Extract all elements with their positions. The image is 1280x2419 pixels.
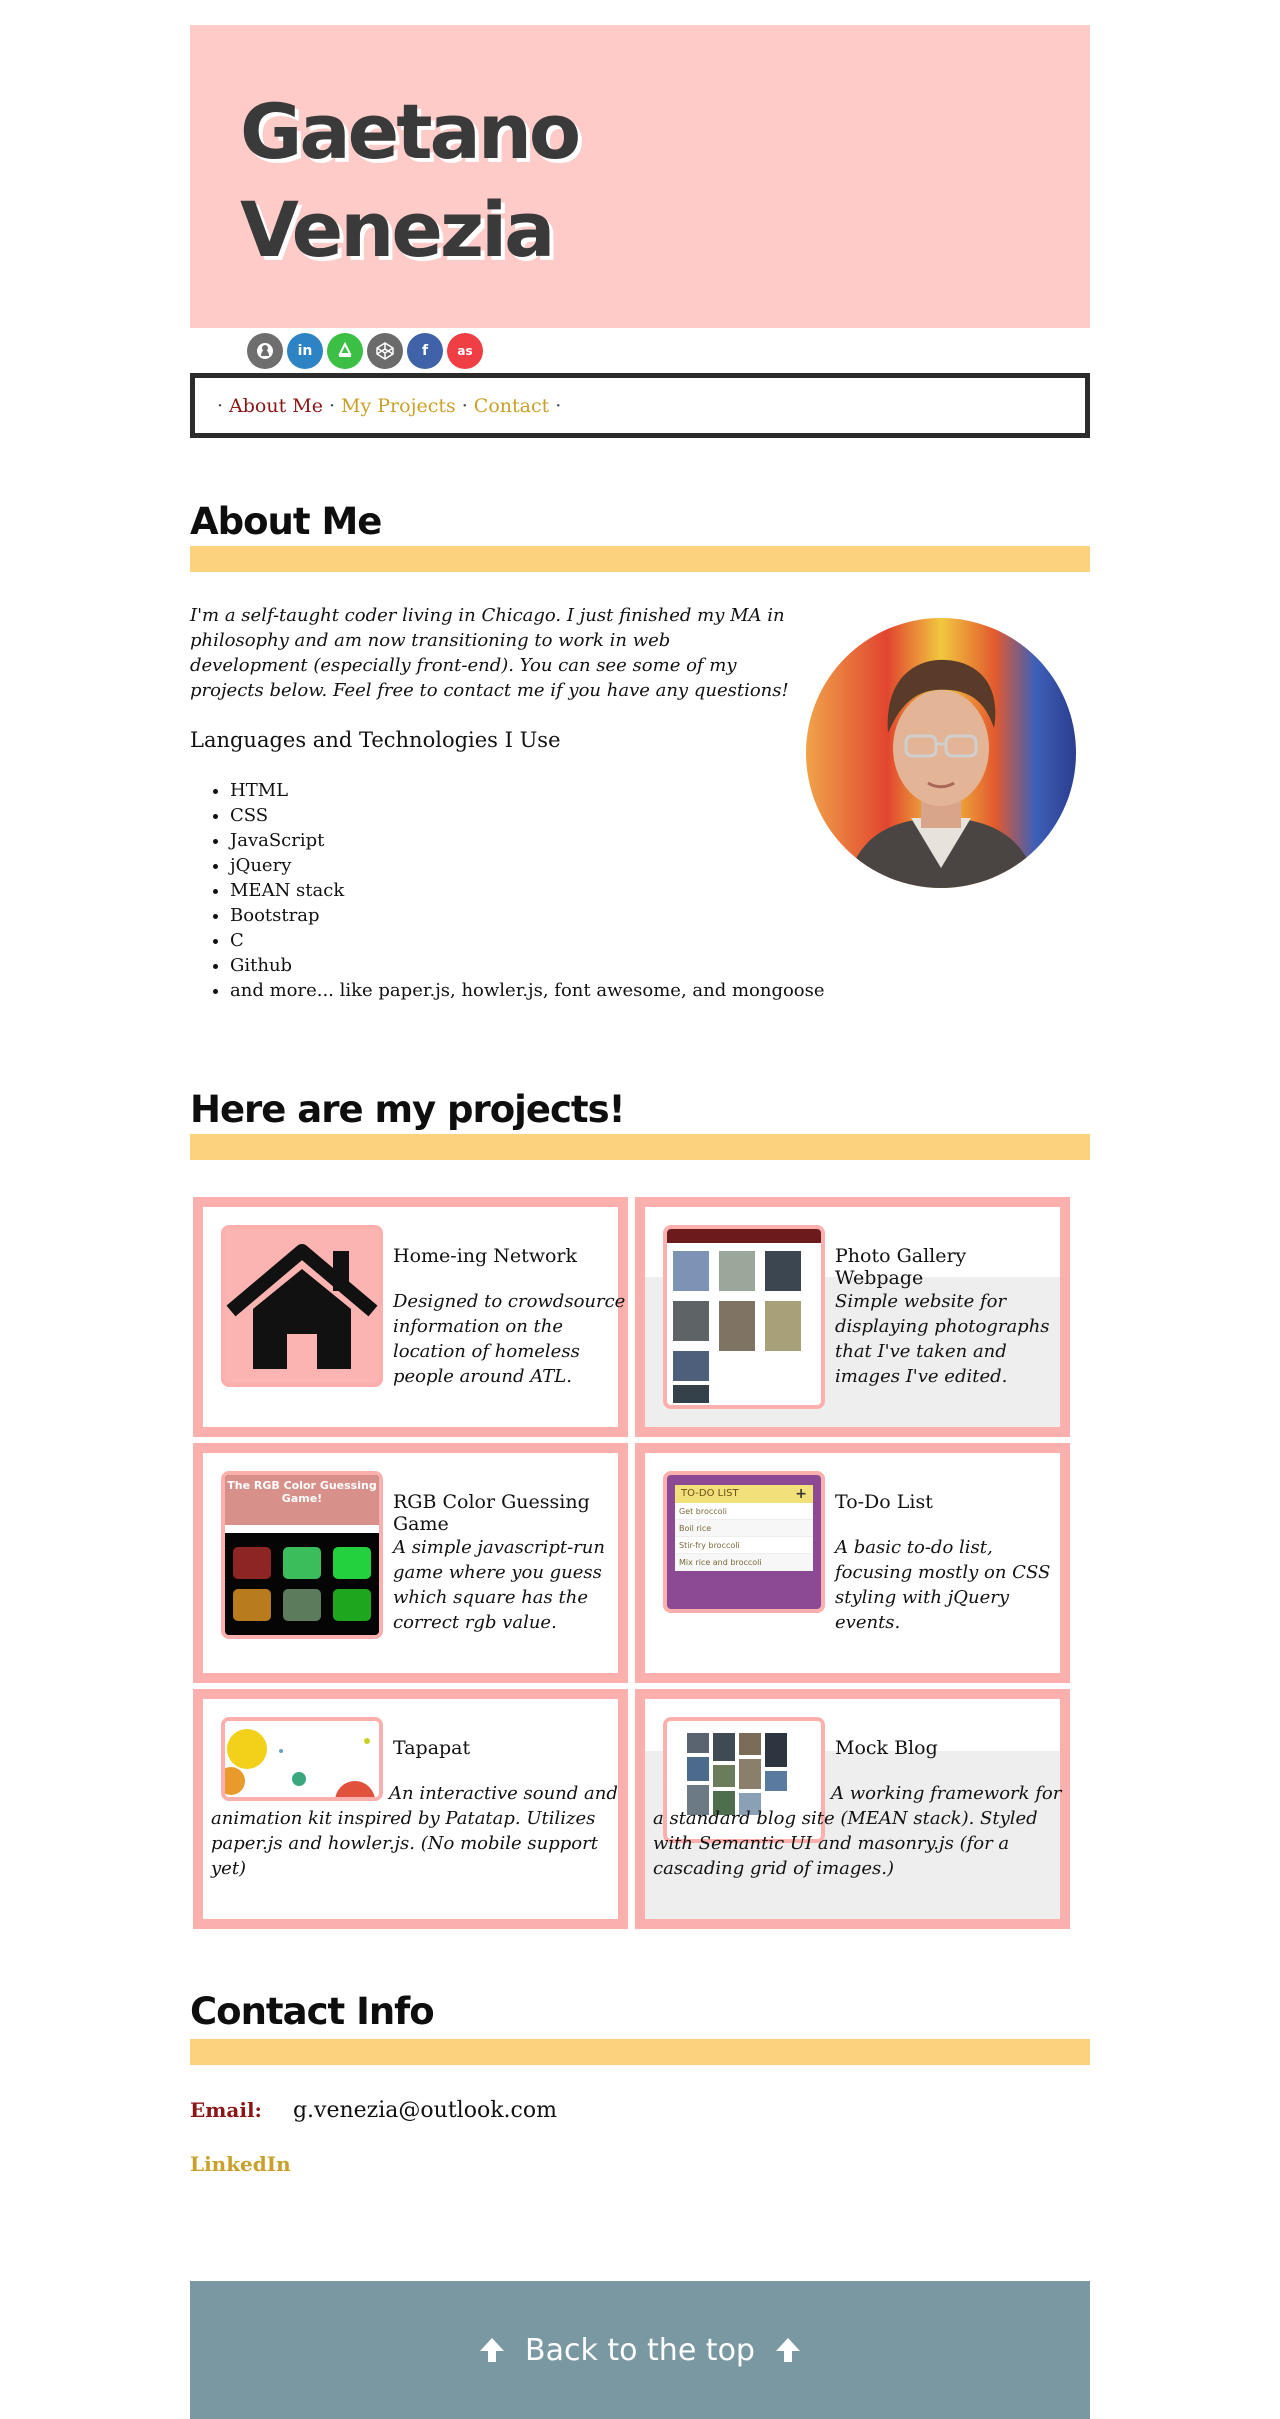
site-title: Gaetano Venezia <box>240 83 581 279</box>
list-item: CSS <box>230 803 825 828</box>
nav-link-projects[interactable]: My Projects <box>341 395 456 417</box>
site-title-line1: Gaetano <box>240 87 581 176</box>
list-item: jQuery <box>230 853 825 878</box>
project-card[interactable]: The RGB Color Guessing Game! RGB Color G… <box>193 1443 628 1683</box>
header-banner: Gaetano Venezia <box>190 25 1090 328</box>
about-divider-bar <box>190 546 1090 572</box>
facebook-icon[interactable]: f <box>407 333 443 369</box>
project-description: Simple website for displaying photograph… <box>835 1291 1050 1387</box>
project-title: Mock Blog <box>835 1737 938 1759</box>
project-description-text: An interactive sound and animation kit i… <box>211 1783 618 1879</box>
github-icon[interactable] <box>247 333 283 369</box>
project-description: A working framework for a standard blog … <box>653 1781 1068 1881</box>
project-card[interactable]: Home-ing Network Designed to crowdsource… <box>193 1197 628 1437</box>
project-title: RGB Color Guessing Game <box>393 1491 590 1535</box>
list-item: HTML <box>230 778 825 803</box>
project-description: A simple javascript-run game where you g… <box>393 1537 605 1633</box>
email-label: Email: <box>190 2098 262 2122</box>
email-address[interactable]: g.venezia@outlook.com <box>293 2098 557 2123</box>
project-description-text: A working framework for a standard blog … <box>653 1783 1062 1879</box>
project-title: Tapapat <box>393 1737 471 1759</box>
list-item: JavaScript <box>230 828 825 853</box>
nav-separator: · <box>555 394 562 417</box>
thumb-todo-header: TO-DO LIST + <box>675 1485 813 1503</box>
list-item: MEAN stack <box>230 878 825 903</box>
project-card[interactable]: Tapapat An interactive sound and animati… <box>193 1689 628 1929</box>
nav-link-contact[interactable]: Contact <box>474 395 549 417</box>
main-nav: · About Me · My Projects · Contact · <box>190 373 1090 438</box>
list-item: and more... like paper.js, howler.js, fo… <box>230 978 825 1003</box>
list-item: Get broccoli <box>675 1503 813 1520</box>
thumb-todo-title: TO-DO LIST <box>681 1488 739 1499</box>
codepen-icon[interactable] <box>367 333 403 369</box>
about-intro: I'm a self-taught coder living in Chicag… <box>190 605 789 701</box>
freecodecamp-icon[interactable] <box>327 333 363 369</box>
list-item: Bootstrap <box>230 903 825 928</box>
languages-heading: Languages and Technologies I Use <box>190 728 561 752</box>
project-card[interactable]: Mock Blog A working framework for a stan… <box>635 1689 1070 1929</box>
contact-heading: Contact Info <box>190 1990 435 2033</box>
arrow-up-icon <box>775 2338 800 2362</box>
social-links: in f as <box>247 333 483 369</box>
plus-icon: + <box>795 1486 807 1502</box>
back-to-top-label: Back to the top <box>525 2332 755 2368</box>
projects-divider-bar <box>190 1134 1090 1160</box>
project-title: Photo Gallery Webpage <box>835 1245 967 1289</box>
linkedin-icon[interactable]: in <box>287 333 323 369</box>
projects-heading: Here are my projects! <box>190 1088 625 1131</box>
email-row: Email: g.venezia@outlook.com <box>190 2098 557 2123</box>
project-title: Home-ing Network <box>393 1245 578 1267</box>
languages-list: HTML CSS JavaScript jQuery MEAN stack Bo… <box>230 778 825 1003</box>
arrow-up-icon <box>480 2338 505 2362</box>
thumb-rgb-title: The RGB Color Guessing Game! <box>225 1475 379 1525</box>
list-item: Github <box>230 953 825 978</box>
project-description: An interactive sound and animation kit i… <box>211 1781 626 1881</box>
project-description: Designed to crowdsource information on t… <box>393 1291 626 1387</box>
about-heading: About Me <box>190 500 382 543</box>
nav-separator: · <box>328 394 336 417</box>
nav-separator: · <box>461 394 468 417</box>
project-description: A basic to-do list, focusing mostly on C… <box>835 1537 1051 1633</box>
profile-photo <box>806 618 1076 888</box>
nav-link-about[interactable]: About Me <box>229 395 323 417</box>
project-title: To-Do List <box>835 1491 933 1513</box>
back-to-top-footer[interactable]: Back to the top <box>190 2281 1090 2419</box>
linkedin-link[interactable]: LinkedIn <box>190 2152 291 2176</box>
project-card[interactable]: Photo Gallery Webpage Simple website for… <box>635 1197 1070 1437</box>
contact-divider-bar <box>190 2039 1090 2065</box>
lastfm-icon[interactable]: as <box>447 333 483 369</box>
project-card[interactable]: TO-DO LIST + Get broccoli Boil rice Stir… <box>635 1443 1070 1683</box>
site-title-line2: Venezia <box>240 185 555 274</box>
nav-separator: · <box>217 394 224 417</box>
list-item: C <box>230 928 825 953</box>
